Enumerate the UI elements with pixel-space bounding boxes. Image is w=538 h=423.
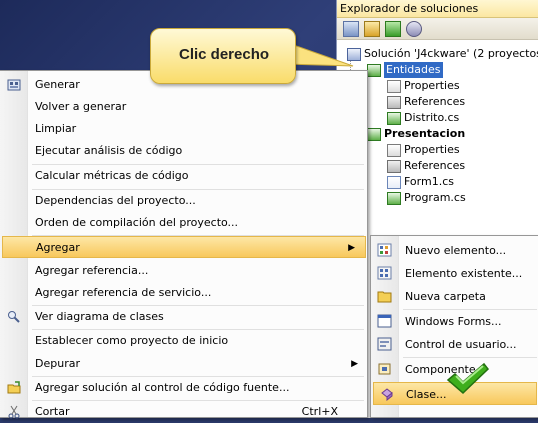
csharp-file-icon [387, 111, 401, 125]
folder-icon [377, 291, 392, 303]
csharp-project-icon [367, 127, 381, 141]
show-all-files-icon[interactable] [364, 20, 380, 37]
submenu-arrow-icon: ▶ [351, 359, 358, 369]
menu-item-ejecutar-analisis[interactable]: Ejecutar análisis de código [0, 140, 368, 162]
windows-forms-icon [377, 314, 392, 328]
references-icon [387, 159, 401, 173]
tree-item-label: References [404, 159, 466, 172]
form-file-icon [387, 175, 401, 189]
menu-item-label: Calcular métricas de código [35, 169, 189, 182]
submenu-item-windows-forms[interactable]: Windows Forms... [371, 310, 538, 333]
menu-item-label: Ver diagrama de clases [35, 310, 164, 323]
menu-item-orden-compilacion[interactable]: Orden de compilación del proyecto... [0, 212, 368, 234]
callout-text: Clic derecho [178, 46, 270, 63]
tree-item-file[interactable]: Distrito.cs [387, 110, 459, 126]
new-item-icon [377, 243, 392, 257]
view-class-diagram-icon[interactable] [406, 20, 422, 37]
menu-item-limpiar[interactable]: Limpiar [0, 118, 368, 140]
menu-item-volver-a-generar[interactable]: Volver a generar [0, 96, 368, 118]
tree-item-label: Form1.cs [404, 175, 454, 188]
menu-item-label: Generar [35, 78, 80, 91]
tree-item-solution[interactable]: Solución 'J4ckware' (2 proyectos) [347, 46, 538, 62]
submenu-item-label: Windows Forms... [405, 315, 502, 328]
submenu-item-label: Clase... [406, 388, 447, 401]
shortcut-label: Ctrl+X [301, 405, 338, 418]
menu-item-label: Limpiar [35, 122, 77, 135]
submenu-item-elemento-existente[interactable]: Elemento existente... [371, 262, 538, 285]
refresh-icon[interactable] [385, 20, 401, 37]
menu-item-label: Orden de compilación del proyecto... [35, 216, 239, 229]
menu-item-dependencias[interactable]: Dependencias del proyecto... [0, 190, 368, 212]
tree-item-properties[interactable]: Properties [387, 142, 460, 158]
tree-item-project-entidades[interactable]: Entidades [367, 62, 443, 78]
menu-item-label: Agregar [36, 241, 80, 254]
tree-item-project-presentacion[interactable]: Presentacion [367, 126, 465, 142]
menu-item-ver-diagrama[interactable]: Ver diagrama de clases [0, 306, 368, 328]
tree-item-file[interactable]: Form1.cs [387, 174, 454, 190]
menu-item-calcular-metricas[interactable]: Calcular métricas de código [0, 165, 368, 187]
submenu-item-label: Nuevo elemento... [405, 244, 507, 257]
tree-item-label: Properties [404, 79, 460, 92]
menu-item-label: Dependencias del proyecto... [35, 194, 196, 207]
tree-item-file[interactable]: Program.cs [387, 190, 466, 206]
solution-explorer-toolbar [337, 18, 538, 40]
tree-item-label: Program.cs [404, 191, 466, 204]
tree-item-label: Entidades [384, 62, 443, 78]
user-control-icon [377, 337, 392, 351]
tree-item-label: Properties [404, 143, 460, 156]
menu-item-label: Depurar [35, 357, 80, 370]
properties-icon[interactable] [343, 20, 359, 37]
menu-item-label: Agregar referencia... [35, 264, 149, 277]
menu-item-agregar-referencia-servicio[interactable]: Agregar referencia de servicio... [0, 282, 368, 304]
menu-item-agregar[interactable]: Agregar ▶ [2, 236, 366, 258]
csharp-project-icon [367, 63, 381, 77]
submenu-item-nueva-carpeta[interactable]: Nueva carpeta [371, 285, 538, 308]
source-control-icon [7, 381, 21, 394]
build-icon [7, 79, 21, 91]
callout-bubble: Clic derecho [150, 28, 296, 84]
submenu-item-control-usuario[interactable]: Control de usuario... [371, 333, 538, 356]
tree-item-label: Distrito.cs [404, 111, 460, 124]
component-icon [378, 363, 391, 375]
solution-explorer-title: Explorador de soluciones [337, 0, 538, 18]
submenu-item-label: Control de usuario... [405, 338, 517, 351]
scissors-icon [8, 405, 20, 419]
tree-item-references[interactable]: References [387, 158, 465, 174]
menu-item-agregar-referencia[interactable]: Agregar referencia... [0, 260, 368, 282]
menu-item-label: Agregar referencia de servicio... [35, 286, 212, 299]
tree-item-label: Solución 'J4ckware' (2 proyectos) [364, 47, 538, 60]
menu-item-label: Cortar [35, 405, 70, 418]
menu-item-label: Agregar solución al control de código fu… [35, 381, 290, 394]
menu-item-label: Establecer como proyecto de inicio [35, 334, 229, 347]
submenu-arrow-icon: ▶ [348, 243, 355, 253]
csharp-file-icon [387, 191, 401, 205]
submenu-item-nuevo-elemento[interactable]: Nuevo elemento... [371, 239, 538, 262]
checkmark-icon [446, 362, 490, 395]
tree-item-label: Presentacion [384, 127, 466, 140]
context-menu: Generar Volver a generar Limpiar Ejecuta… [0, 70, 368, 419]
tree-item-references[interactable]: References [387, 94, 465, 110]
tree-item-label: References [404, 95, 466, 108]
properties-icon [387, 79, 401, 93]
submenu-item-label: Elemento existente... [405, 267, 523, 280]
menu-item-label: Volver a generar [35, 100, 127, 113]
menu-item-control-codigo-fuente[interactable]: Agregar solución al control de código fu… [0, 377, 368, 399]
class-diagram-icon [8, 311, 20, 323]
menu-item-depurar[interactable]: Depurar ▶ [0, 353, 368, 375]
references-icon [387, 95, 401, 109]
class-icon [381, 388, 393, 401]
menu-item-cortar[interactable]: Cortar Ctrl+X [0, 401, 368, 423]
tree-item-properties[interactable]: Properties [387, 78, 460, 94]
existing-item-icon [377, 266, 392, 280]
submenu-item-label: Nueva carpeta [405, 290, 486, 303]
properties-icon [387, 143, 401, 157]
menu-item-label: Ejecutar análisis de código [35, 144, 183, 157]
menu-item-establecer-inicio[interactable]: Establecer como proyecto de inicio [0, 330, 368, 352]
